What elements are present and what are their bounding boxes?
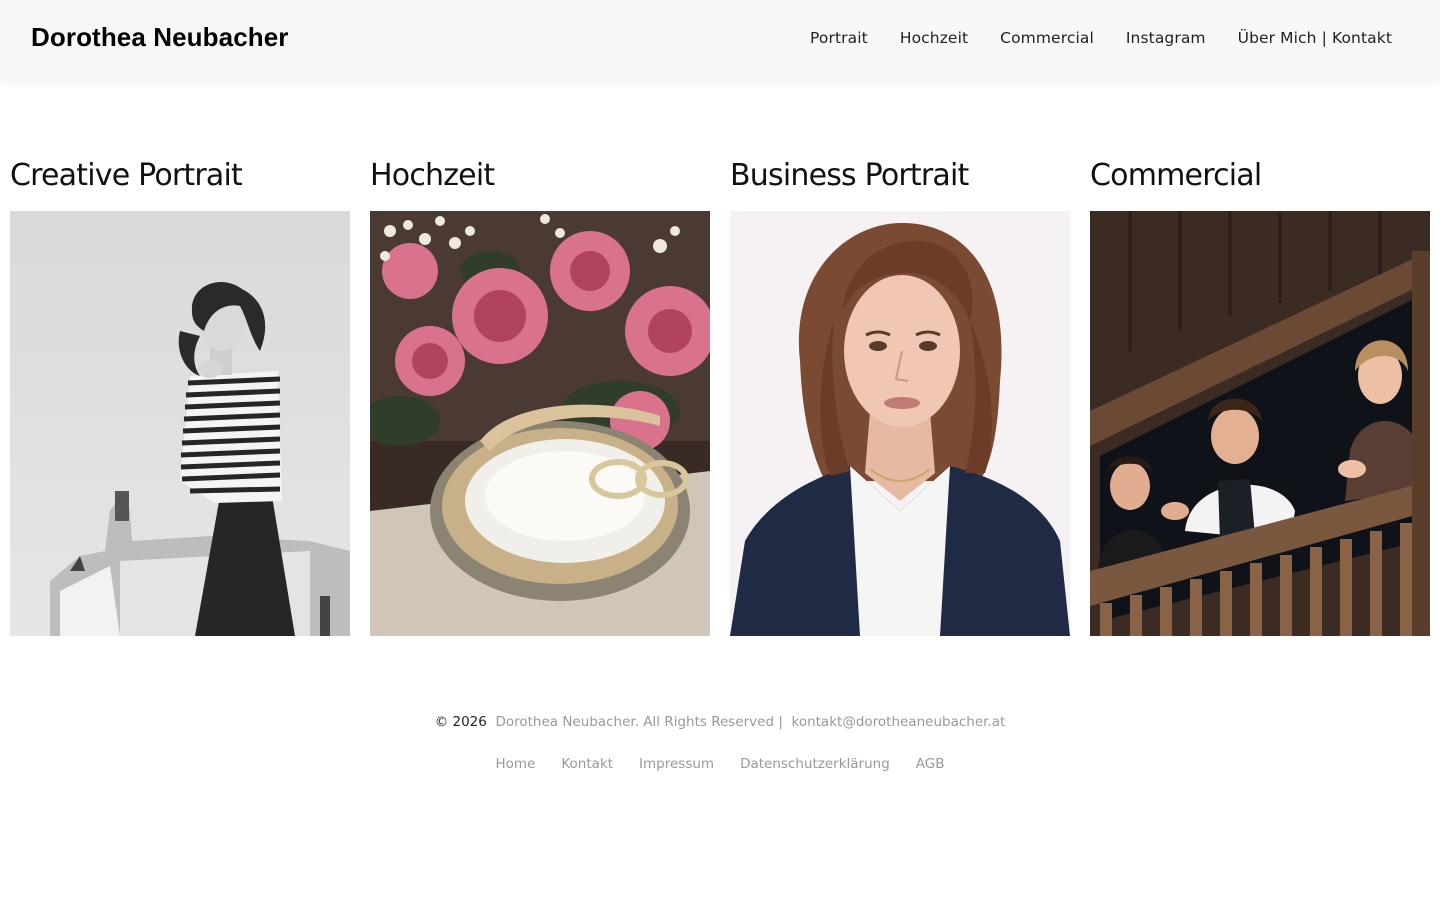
gallery-card-hochzeit[interactable]: Hochzeit (370, 156, 710, 636)
gallery-card-commercial[interactable]: Commercial (1090, 156, 1430, 636)
copyright-line: © 2026 Dorothea Neubacher. All Rights Re… (0, 712, 1440, 732)
footer-email-link[interactable]: kontakt@dorotheaneubacher.at (791, 714, 1005, 730)
site-header: Dorothea Neubacher Portrait Hochzeit Com… (0, 0, 1440, 80)
footer-link-agb[interactable]: AGB (916, 756, 945, 772)
card-title: Commercial (1090, 158, 1262, 193)
copyright-year: © 2026 (434, 714, 487, 730)
card-title: Creative Portrait (10, 158, 243, 193)
nav-item-portrait[interactable]: Portrait (810, 28, 868, 48)
gallery-card-creative-portrait[interactable]: Creative Portrait (10, 156, 350, 636)
site-footer: © 2026 Dorothea Neubacher. All Rights Re… (0, 712, 1440, 772)
main-nav: Portrait Hochzeit Commercial Instagram Ü… (810, 28, 1392, 48)
card-title: Hochzeit (370, 158, 495, 193)
wedding-rings-flowers-photo[interactable] (370, 211, 710, 636)
group-on-wooden-balcony-photo[interactable] (1090, 211, 1430, 636)
nav-item-commercial[interactable]: Commercial (1000, 28, 1094, 48)
footer-link-datenschutz[interactable]: Datenschutzerklärung (740, 756, 890, 772)
portrait-bw-woman-photo[interactable] (10, 211, 350, 636)
portfolio-gallery: Creative Portrait Hochzeit Business Port… (10, 156, 1430, 636)
gallery-card-business-portrait[interactable]: Business Portrait (730, 156, 1070, 636)
nav-item-instagram[interactable]: Instagram (1126, 28, 1206, 48)
site-logo[interactable]: Dorothea Neubacher (31, 22, 289, 53)
business-woman-portrait-photo[interactable] (730, 211, 1070, 636)
nav-item-hochzeit[interactable]: Hochzeit (900, 28, 968, 48)
footer-nav: Home Kontakt Impressum Datenschutzerklär… (0, 756, 1440, 772)
nav-item-about-contact[interactable]: Über Mich | Kontakt (1238, 28, 1392, 48)
footer-link-home[interactable]: Home (495, 756, 535, 772)
card-title: Business Portrait (730, 158, 969, 193)
footer-link-kontakt[interactable]: Kontakt (561, 756, 613, 772)
copyright-text: Dorothea Neubacher. All Rights Reserved … (495, 714, 783, 730)
footer-link-impressum[interactable]: Impressum (639, 756, 714, 772)
